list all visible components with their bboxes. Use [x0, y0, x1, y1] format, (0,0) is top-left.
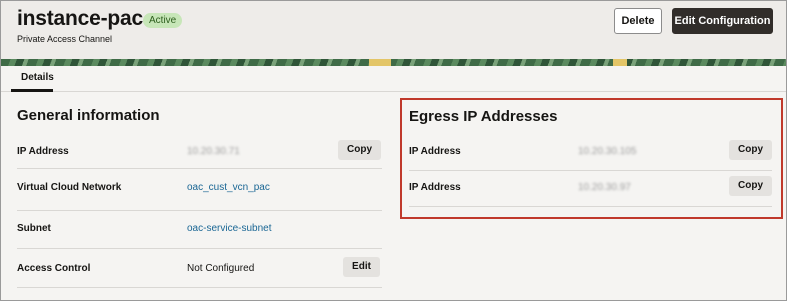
active-tab-indicator: [11, 89, 53, 92]
tab-bar: Details: [1, 66, 786, 92]
row-divider: [17, 210, 382, 211]
copy-ip-button[interactable]: Copy: [338, 140, 381, 160]
vcn-label: Virtual Cloud Network: [17, 182, 122, 193]
banner-accent: [369, 59, 391, 66]
access-control-value: Not Configured: [187, 263, 255, 274]
copy-egress-ip-1-button[interactable]: Copy: [729, 140, 772, 160]
ip-address-value: 10.20.30.71: [187, 146, 240, 157]
subnet-link[interactable]: oac-service-subnet: [187, 223, 271, 234]
egress-ip-value-2: 10.20.30.97: [578, 182, 631, 193]
subnet-label: Subnet: [17, 223, 51, 234]
page-title: instance-pac: [17, 7, 143, 30]
copy-egress-ip-2-button[interactable]: Copy: [729, 176, 772, 196]
row-divider: [17, 168, 382, 169]
edit-configuration-button[interactable]: Edit Configuration: [672, 8, 773, 34]
status-badge: Active: [143, 13, 183, 28]
egress-ip-label-1: IP Address: [409, 146, 461, 157]
access-control-label: Access Control: [17, 263, 91, 274]
ip-address-label: IP Address: [17, 146, 69, 157]
delete-button[interactable]: Delete: [614, 8, 662, 34]
egress-ip-title: Egress IP Addresses: [409, 108, 558, 125]
row-divider: [409, 206, 772, 207]
edit-access-control-button[interactable]: Edit: [343, 257, 380, 277]
general-information-title: General information: [17, 107, 160, 124]
decorative-banner: [1, 59, 786, 66]
banner-accent: [613, 59, 627, 66]
row-divider: [17, 248, 382, 249]
egress-ip-label-2: IP Address: [409, 182, 461, 193]
egress-ip-value-1: 10.20.30.105: [578, 146, 637, 157]
page-subtitle: Private Access Channel: [17, 34, 113, 44]
vcn-link[interactable]: oac_cust_vcn_pac: [187, 182, 270, 193]
row-divider: [409, 170, 772, 171]
page-header: instance-pac Active Private Access Chann…: [1, 1, 786, 59]
row-divider: [17, 287, 382, 288]
